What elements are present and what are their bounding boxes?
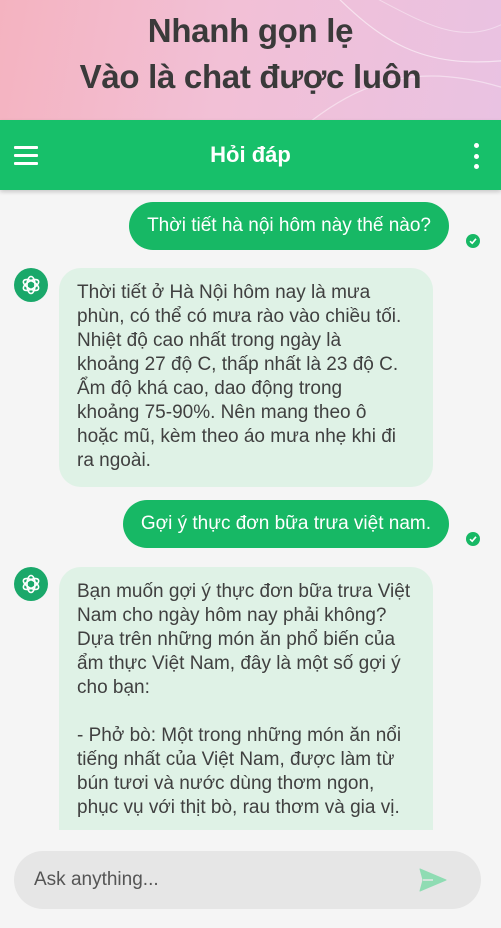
assistant-avatar-icon [14,567,48,601]
user-message-text: Gợi ý thực đơn bữa trưa việt nam. [140,513,431,534]
message-line: Bạn muốn gợi ý thực đơn bữa trưa Việt [77,581,411,602]
message-line: tiếng nhất của Việt Nam, được làm từ [77,749,395,770]
message-line: khoảng 75-90%. Nên mang theo ô [77,402,367,423]
user-message-bubble: Gợi ý thực đơn bữa trưa việt nam. [122,500,449,548]
message-line: ẩm thực Việt Nam, đây là một số gợi ý [77,653,401,674]
chat-thread[interactable]: Thời tiết hà nội hôm này thế nào? Thời t… [0,190,501,830]
app-bar: Hỏi đáp [0,120,501,190]
message-composer [14,851,481,909]
send-icon[interactable] [419,868,447,892]
banner-line-2: Vào là chat được luôn [79,58,422,95]
promo-banner: Nhanh gọn lẹ Vào là chat được luôn [0,0,501,120]
assistant-avatar-icon [14,268,48,302]
user-message-text: Thời tiết hà nội hôm này thế nào? [147,215,431,236]
message-line: Ẩm độ khá cao, dao động trong [77,378,343,399]
message-line: phục vụ với thịt bò, rau thơm và gia vị. [77,797,400,818]
assistant-message-bubble: Bạn muốn gợi ý thực đơn bữa trưa Việt Na… [59,567,433,830]
banner-line-1: Nhanh gọn lẹ [147,12,354,49]
message-line: Thời tiết ở Hà Nội hôm nay là mưa [77,282,371,303]
message-line: Dựa trên những món ăn phổ biến của [77,629,396,650]
sent-check-icon [466,234,480,248]
more-vert-icon[interactable] [471,143,481,169]
message-input[interactable] [34,851,414,909]
message-line: khoảng 27 độ C, thấp nhất là 23 độ C. [77,354,399,375]
user-message-bubble: Thời tiết hà nội hôm này thế nào? [129,202,449,250]
message-line: ra ngoài. [77,450,151,471]
message-line: hoặc mũ, kèm theo áo mưa nhẹ khi đi [77,426,397,447]
menu-icon[interactable] [14,142,44,168]
page-title: Hỏi đáp [210,142,291,167]
banner-headline: Nhanh gọn lẹ Vào là chat được luôn [0,0,501,100]
message-line: bún tươi và nước dùng thơm ngon, [77,773,375,794]
assistant-message-bubble: Thời tiết ở Hà Nội hôm nay là mưa phùn, … [59,268,433,487]
message-line: - Phở bò: Một trong những món ăn nổi [77,725,402,746]
message-line: Nhiệt độ cao nhất trong ngày là [77,330,342,351]
message-line: Nam cho ngày hôm nay phải không? [77,605,387,626]
sent-check-icon [466,532,480,546]
message-line: cho bạn: [77,677,150,698]
message-line: phùn, có thể có mưa rào vào chiều tối. [77,306,402,327]
